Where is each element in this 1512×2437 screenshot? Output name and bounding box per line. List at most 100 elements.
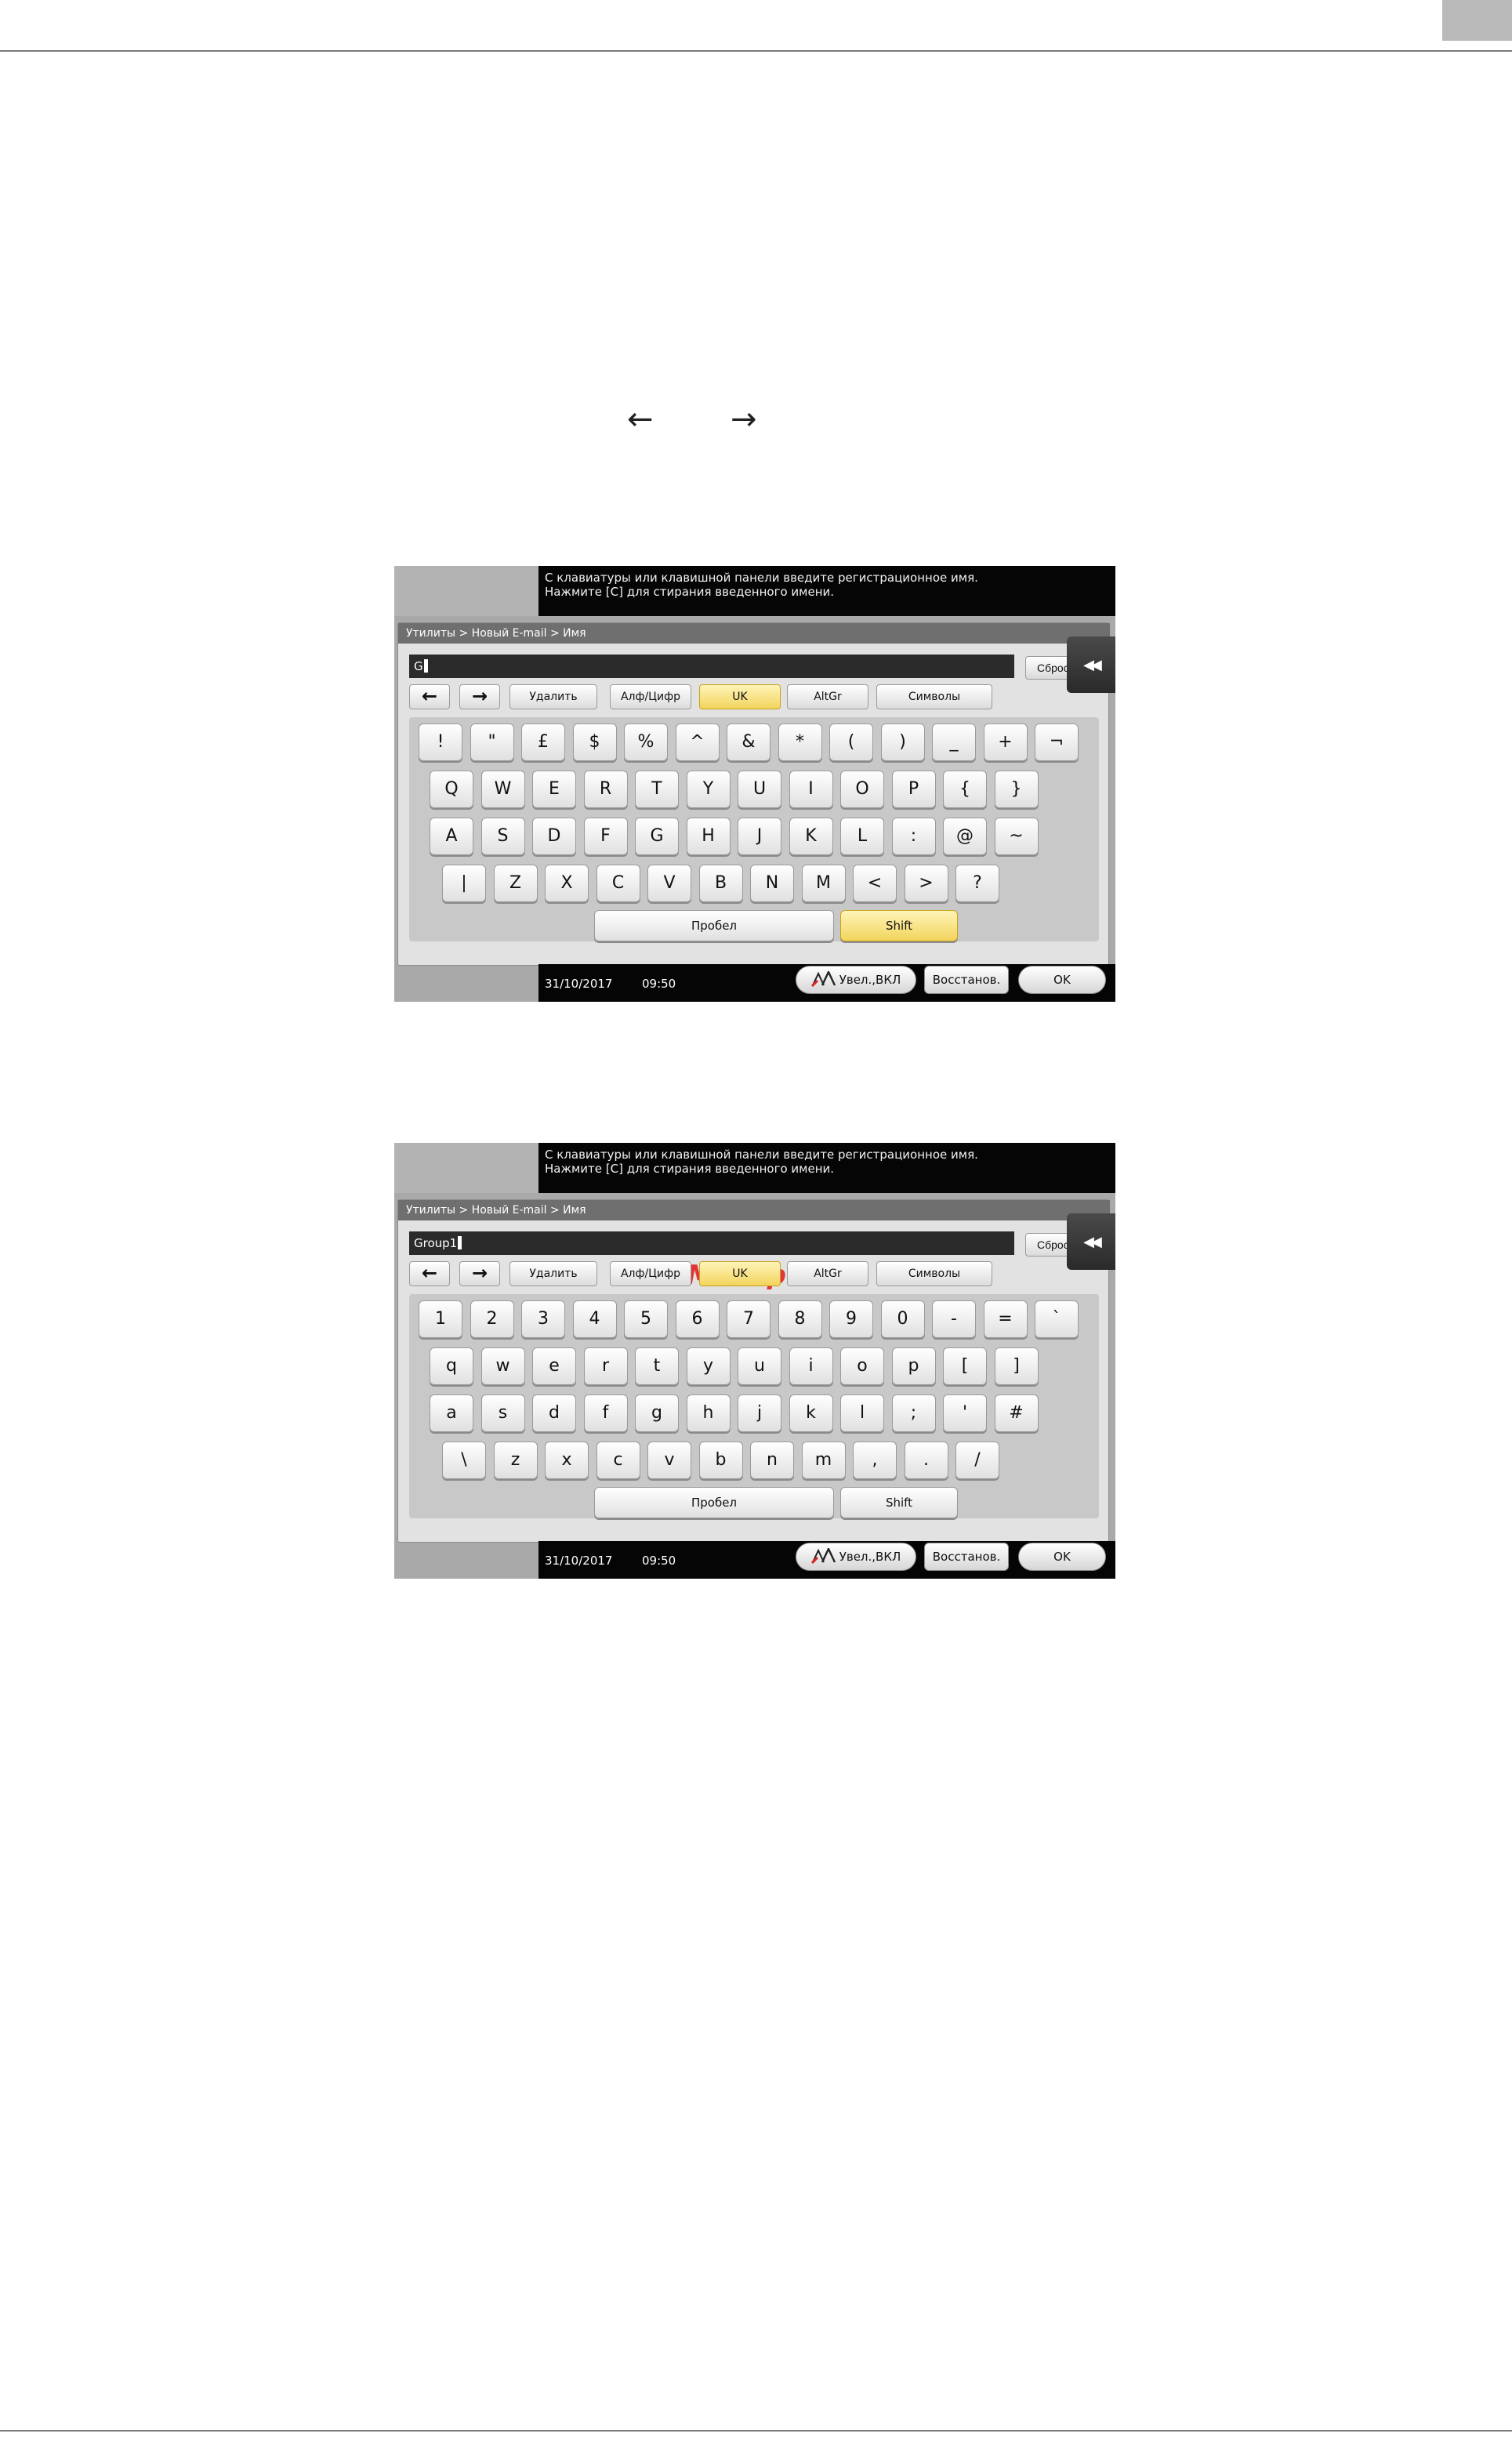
zoom-button[interactable]: Увел.,ВКЛ	[796, 966, 916, 994]
key-row1-6[interactable]: 6	[675, 1300, 720, 1338]
key-row2-9[interactable]: O	[840, 771, 884, 808]
key-row2-9[interactable]: o	[840, 1347, 884, 1385]
alnum-mode-button[interactable]: Алф/Цифр	[610, 684, 691, 709]
key-row1-10[interactable]: )	[880, 723, 925, 761]
name-input[interactable]: Group1	[409, 1231, 1014, 1255]
key-row3-8[interactable]: K	[789, 818, 833, 855]
key-row2-7[interactable]: U	[738, 771, 781, 808]
key-row1-9[interactable]: 9	[829, 1300, 873, 1338]
key-row1-1[interactable]: 1	[419, 1300, 462, 1338]
shift-key[interactable]: Shift	[840, 1487, 958, 1518]
key-row2-12[interactable]: }	[994, 771, 1039, 808]
key-row1-11[interactable]: _	[932, 723, 976, 761]
key-row4-8[interactable]: M	[801, 865, 846, 902]
key-row1-2[interactable]: "	[470, 723, 514, 761]
key-row1-4[interactable]: 4	[572, 1300, 617, 1338]
alnum-mode-button[interactable]: Алф/Цифр	[610, 1261, 691, 1286]
key-row1-7[interactable]: &	[727, 723, 771, 761]
key-row4-2[interactable]: Z	[493, 865, 538, 902]
delete-button[interactable]: Удалить	[509, 1261, 597, 1286]
cursor-right-button[interactable]: →	[459, 684, 500, 709]
key-row1-13[interactable]: `	[1035, 1300, 1079, 1338]
key-row3-12[interactable]: #	[994, 1394, 1039, 1432]
key-row1-5[interactable]: 5	[624, 1300, 668, 1338]
key-row1-11[interactable]: -	[932, 1300, 976, 1338]
altgr-button[interactable]: AltGr	[787, 1261, 868, 1286]
name-input[interactable]: G	[409, 655, 1014, 678]
ok-button[interactable]: OK	[1018, 1543, 1106, 1571]
delete-button[interactable]: Удалить	[509, 684, 597, 709]
key-row3-4[interactable]: F	[583, 818, 628, 855]
key-row2-2[interactable]: w	[480, 1347, 525, 1385]
key-row4-5[interactable]: V	[647, 865, 691, 902]
key-row3-11[interactable]: @	[943, 818, 987, 855]
key-row4-3[interactable]: x	[545, 1442, 589, 1479]
key-row1-7[interactable]: 7	[727, 1300, 771, 1338]
key-row4-5[interactable]: v	[647, 1442, 691, 1479]
key-row4-9[interactable]: ,	[853, 1442, 897, 1479]
key-row2-5[interactable]: t	[635, 1347, 679, 1385]
key-row3-5[interactable]: G	[635, 818, 679, 855]
symbols-button[interactable]: Символы	[876, 1261, 992, 1286]
key-row3-9[interactable]: L	[840, 818, 884, 855]
key-row2-8[interactable]: i	[789, 1347, 833, 1385]
key-row4-6[interactable]: b	[698, 1442, 743, 1479]
key-row2-11[interactable]: {	[943, 771, 987, 808]
space-key[interactable]: Пробел	[594, 910, 834, 941]
key-row4-1[interactable]: \	[442, 1442, 486, 1479]
key-row1-5[interactable]: %	[624, 723, 668, 761]
key-row1-10[interactable]: 0	[880, 1300, 925, 1338]
key-row3-6[interactable]: h	[686, 1394, 731, 1432]
key-row4-2[interactable]: z	[493, 1442, 538, 1479]
key-row4-3[interactable]: X	[545, 865, 589, 902]
key-row2-4[interactable]: r	[583, 1347, 628, 1385]
key-row2-7[interactable]: u	[738, 1347, 781, 1385]
key-row2-1[interactable]: q	[430, 1347, 473, 1385]
key-row1-12[interactable]: =	[983, 1300, 1028, 1338]
key-row3-11[interactable]: '	[943, 1394, 987, 1432]
key-row3-2[interactable]: S	[480, 818, 525, 855]
key-row3-5[interactable]: g	[635, 1394, 679, 1432]
key-row4-9[interactable]: <	[853, 865, 897, 902]
key-row1-1[interactable]: !	[419, 723, 462, 761]
key-row2-3[interactable]: E	[532, 771, 576, 808]
uk-layout-button[interactable]: UK	[699, 684, 781, 709]
key-row2-10[interactable]: P	[891, 771, 936, 808]
key-row4-4[interactable]: c	[596, 1442, 640, 1479]
key-row3-10[interactable]: ;	[891, 1394, 936, 1432]
key-row1-6[interactable]: ^	[675, 723, 720, 761]
key-row3-6[interactable]: H	[686, 818, 731, 855]
key-row2-3[interactable]: e	[532, 1347, 576, 1385]
key-row2-6[interactable]: Y	[686, 771, 731, 808]
key-row4-8[interactable]: m	[801, 1442, 846, 1479]
key-row1-8[interactable]: *	[778, 723, 822, 761]
key-row4-6[interactable]: B	[698, 865, 743, 902]
altgr-button[interactable]: AltGr	[787, 684, 868, 709]
key-row4-10[interactable]: .	[904, 1442, 948, 1479]
key-row3-7[interactable]: j	[738, 1394, 781, 1432]
key-row2-8[interactable]: I	[789, 771, 833, 808]
shift-key[interactable]: Shift	[840, 910, 958, 941]
uk-layout-button[interactable]: UK	[699, 1261, 781, 1286]
key-row4-7[interactable]: n	[750, 1442, 794, 1479]
key-row1-12[interactable]: +	[983, 723, 1028, 761]
key-row4-11[interactable]: /	[955, 1442, 999, 1479]
zoom-button[interactable]: Увел.,ВКЛ	[796, 1543, 916, 1571]
key-row3-3[interactable]: d	[532, 1394, 576, 1432]
key-row1-3[interactable]: £	[521, 723, 565, 761]
key-row2-12[interactable]: ]	[994, 1347, 1039, 1385]
restore-button[interactable]: Восстанов.	[924, 1543, 1009, 1571]
key-row1-9[interactable]: (	[829, 723, 873, 761]
key-row4-1[interactable]: |	[442, 865, 486, 902]
key-row4-10[interactable]: >	[904, 865, 948, 902]
key-row4-11[interactable]: ?	[955, 865, 999, 902]
key-row3-2[interactable]: s	[480, 1394, 525, 1432]
key-row2-5[interactable]: T	[635, 771, 679, 808]
key-row3-7[interactable]: J	[738, 818, 781, 855]
key-row3-4[interactable]: f	[583, 1394, 628, 1432]
key-row3-8[interactable]: k	[789, 1394, 833, 1432]
key-row3-1[interactable]: a	[430, 1394, 473, 1432]
key-row2-6[interactable]: y	[686, 1347, 731, 1385]
key-row1-2[interactable]: 2	[470, 1300, 514, 1338]
key-row2-11[interactable]: [	[943, 1347, 987, 1385]
